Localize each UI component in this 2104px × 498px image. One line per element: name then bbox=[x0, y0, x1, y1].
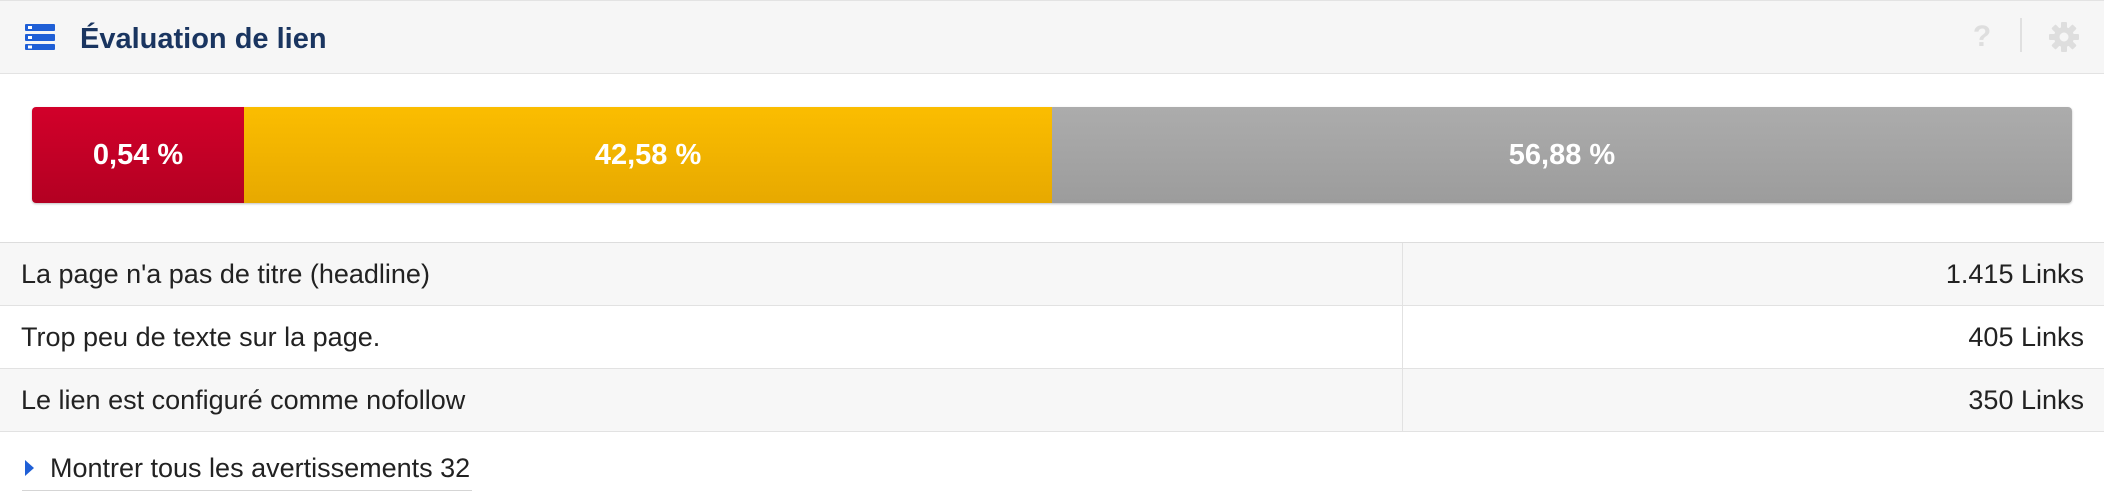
header-divider bbox=[2020, 18, 2022, 52]
show-all-warnings-label: Montrer tous les avertissements 32 bbox=[50, 452, 471, 483]
bar-segment-bad[interactable]: 0,54 % bbox=[32, 107, 245, 203]
help-icon[interactable]: ? bbox=[1968, 19, 1996, 55]
list-icon bbox=[25, 24, 55, 50]
warning-label: Le lien est configuré comme nofollow bbox=[21, 385, 466, 415]
widget-title: Évaluation de lien bbox=[80, 23, 327, 55]
link-evaluation-bar: 0,54 % 42,58 % 56,88 % bbox=[32, 107, 2072, 203]
table-row[interactable]: La page n'a pas de titre (headline) 1.41… bbox=[0, 243, 2104, 306]
warning-count: 405 Links bbox=[1968, 322, 2084, 352]
table-row[interactable]: Le lien est configuré comme nofollow 350… bbox=[0, 369, 2104, 432]
show-all-warnings-link[interactable]: Montrer tous les avertissements 32 bbox=[22, 446, 473, 491]
gear-icon[interactable] bbox=[2048, 21, 2080, 53]
bar-segment-bad-label: 0,54 % bbox=[92, 138, 184, 171]
column-divider bbox=[1402, 306, 1403, 369]
bar-segment-neutral-label: 56,88 % bbox=[1508, 138, 1616, 171]
caret-right-icon bbox=[25, 460, 34, 476]
link-evaluation-widget: Évaluation de lien ? 0,54 % 42,58 % 56,8… bbox=[0, 0, 2104, 498]
warnings-table: La page n'a pas de titre (headline) 1.41… bbox=[0, 242, 2104, 432]
warning-count: 350 Links bbox=[1968, 385, 2084, 415]
warning-label: Trop peu de texte sur la page. bbox=[21, 322, 381, 352]
bar-segment-neutral[interactable]: 56,88 % bbox=[1051, 107, 2072, 203]
table-row[interactable]: Trop peu de texte sur la page. 405 Links bbox=[0, 306, 2104, 369]
bar-segment-warning[interactable]: 42,58 % bbox=[244, 107, 1052, 203]
column-divider bbox=[1402, 369, 1403, 432]
warning-count: 1.415 Links bbox=[1945, 259, 2084, 289]
widget-header: Évaluation de lien ? bbox=[0, 0, 2104, 74]
warning-label: La page n'a pas de titre (headline) bbox=[21, 259, 430, 289]
column-divider bbox=[1402, 243, 1403, 306]
bar-segment-warning-label: 42,58 % bbox=[594, 138, 702, 171]
